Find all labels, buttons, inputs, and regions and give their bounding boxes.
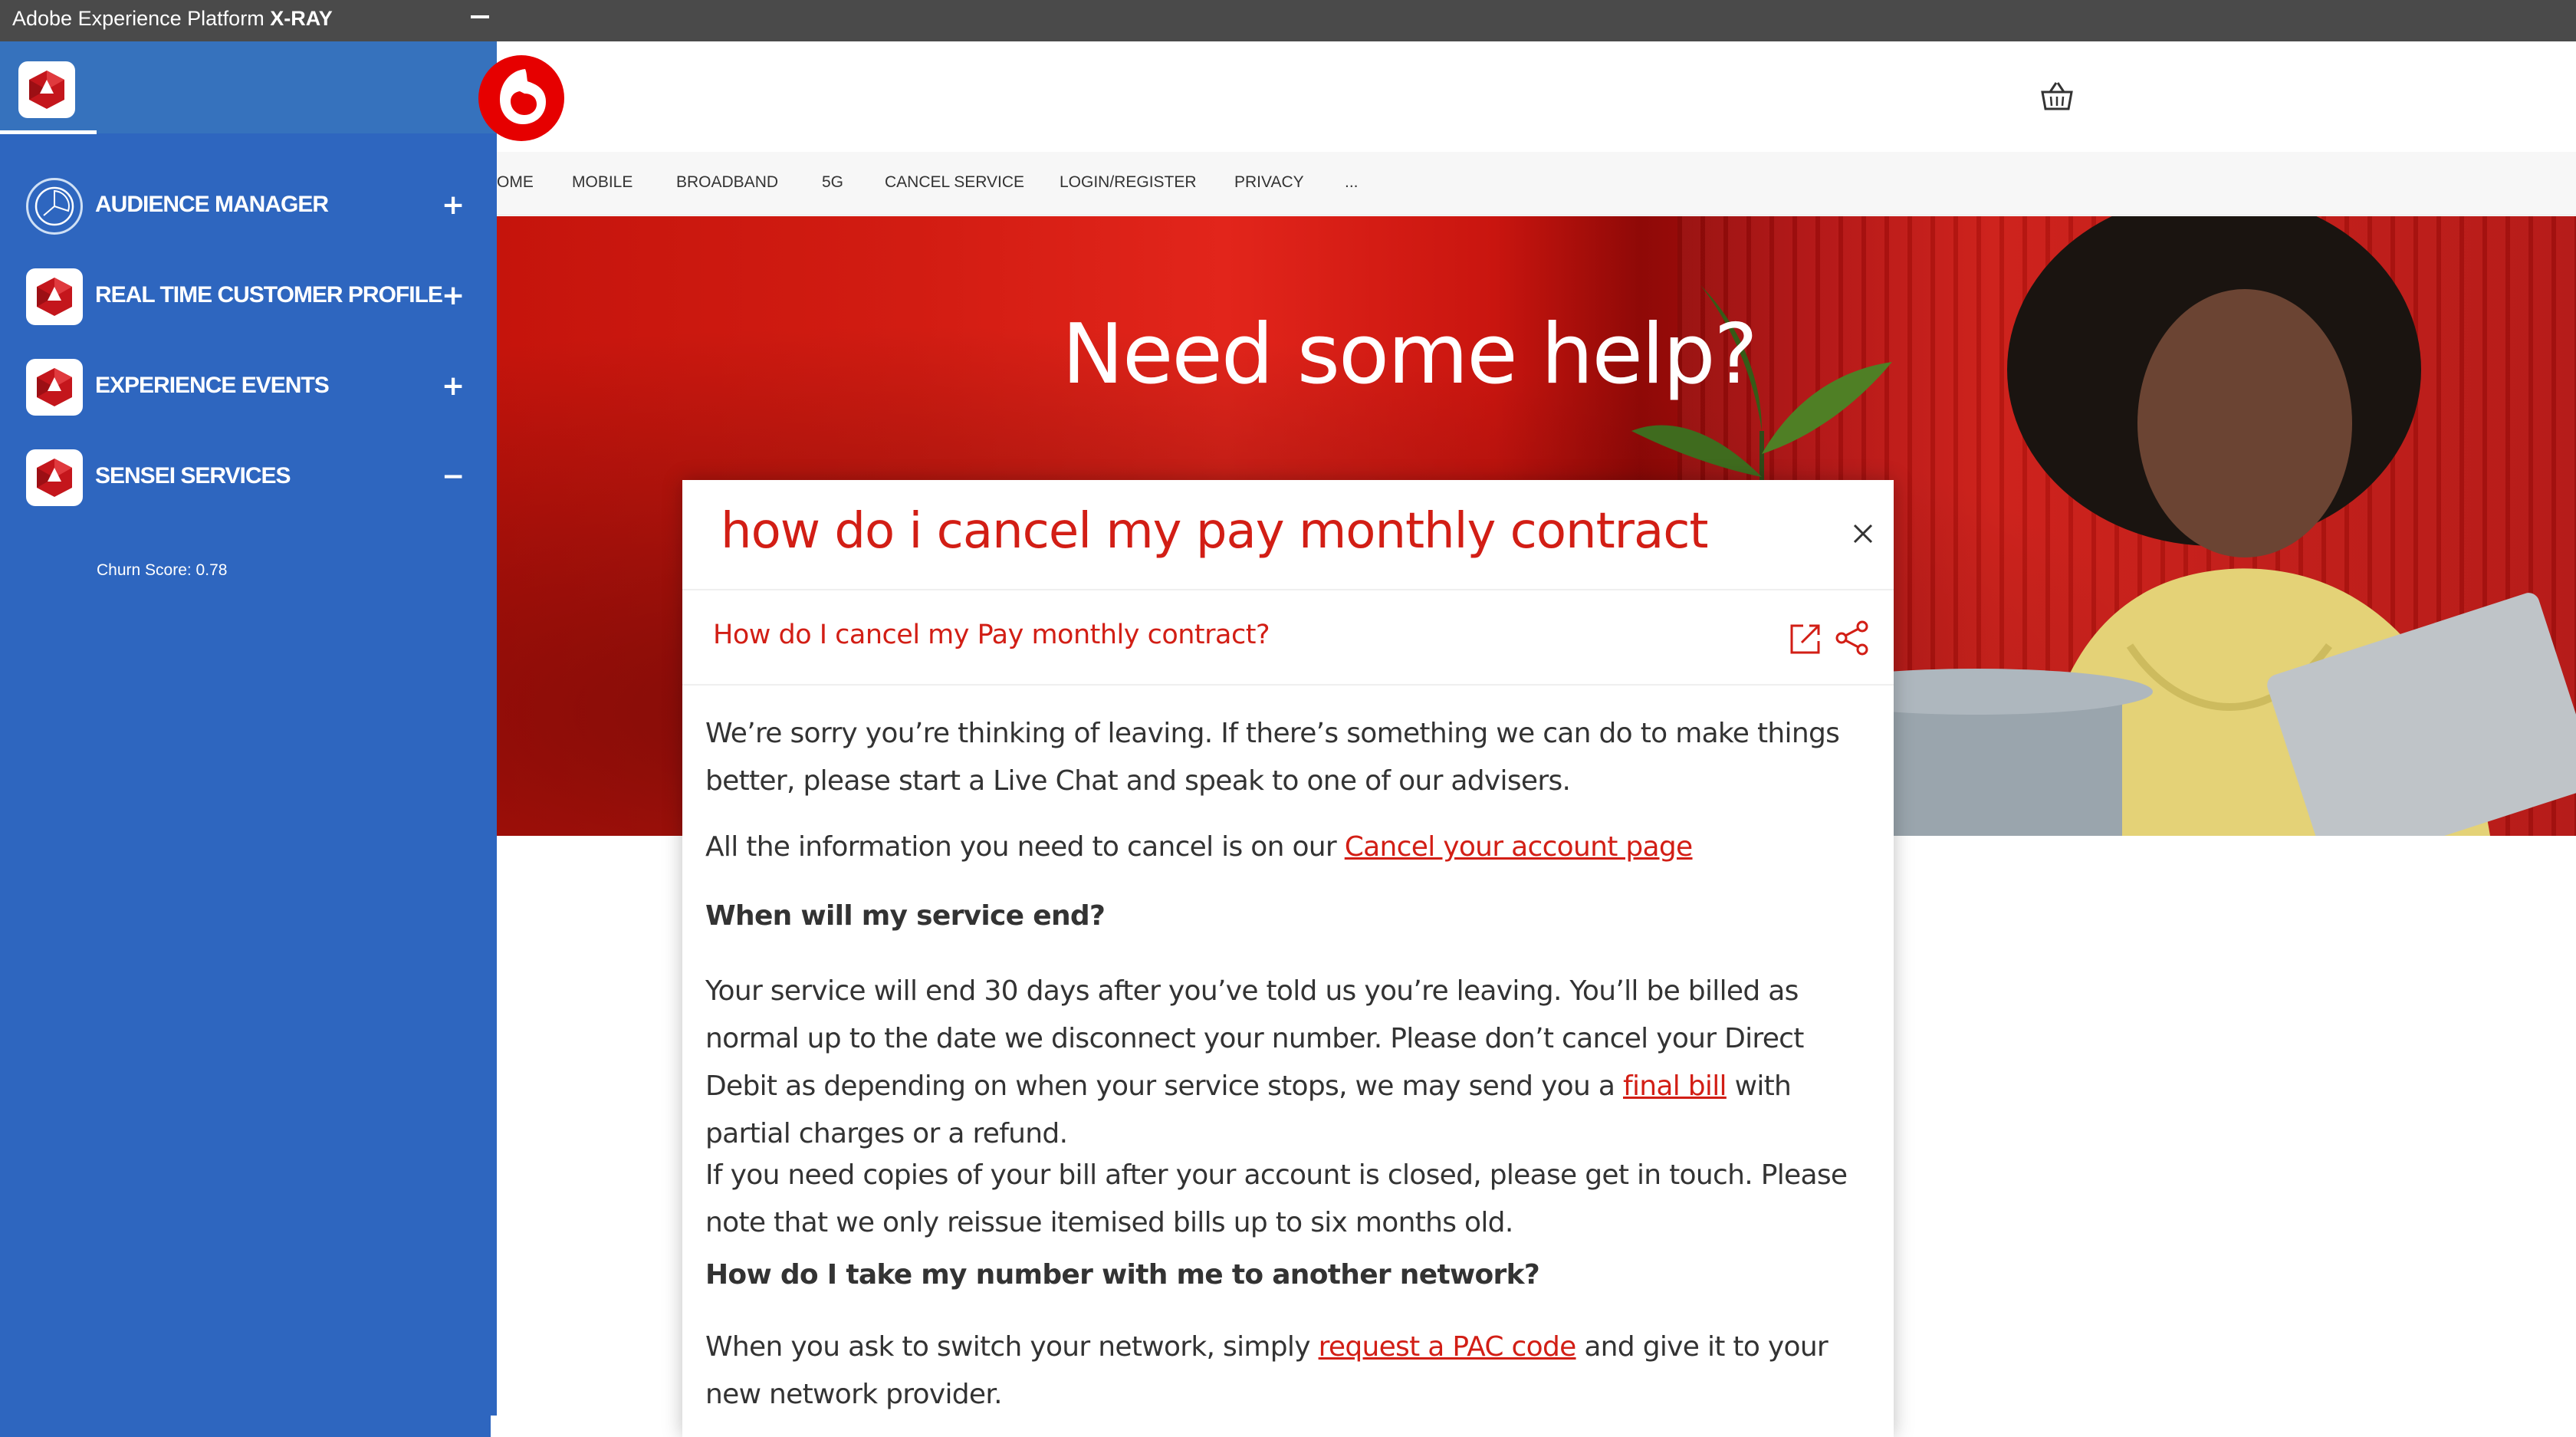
nav-broadband[interactable]: BROADBAND xyxy=(676,173,778,192)
article-heading: How do I take my number with me to anoth… xyxy=(705,1259,1540,1291)
site-header xyxy=(497,41,2576,153)
xray-title-prefix: Adobe Experience Platform xyxy=(12,7,264,30)
churn-score: Churn Score: 0.78 xyxy=(97,561,228,579)
result-title[interactable]: How do I cancel my Pay monthly contract? xyxy=(713,620,1270,650)
aep-logo-icon[interactable] xyxy=(18,61,75,118)
collapse-panel-button[interactable] xyxy=(471,15,489,18)
xray-panel: AUDIENCE MANAGER + REAL TIME CUSTOMER PR… xyxy=(0,41,497,1437)
article-paragraph: We’re sorry you’re thinking of leaving. … xyxy=(705,718,1840,797)
article-paragraph: All the information you need to cancel i… xyxy=(705,824,1871,871)
nav-cancel-service[interactable]: CANCEL SERVICE xyxy=(885,173,1024,192)
audience-manager-icon xyxy=(26,178,83,235)
hero-title: Need some help? xyxy=(1062,307,1758,403)
nav-home[interactable]: OME xyxy=(497,173,534,192)
article-heading: When will my service end? xyxy=(705,900,1106,932)
share-icon[interactable] xyxy=(1834,620,1871,656)
nav-more[interactable]: ... xyxy=(1345,173,1359,192)
help-search-input[interactable]: how do i cancel my pay monthly contract xyxy=(721,503,1708,560)
final-bill-link[interactable]: final bill xyxy=(1623,1070,1727,1102)
panel-tab-indicator xyxy=(0,130,97,134)
help-search-bar: how do i cancel my pay monthly contract xyxy=(682,480,1894,590)
xray-title-bold: X-RAY xyxy=(270,7,333,30)
cancel-account-link[interactable]: Cancel your account page xyxy=(1345,831,1693,863)
panel-gap xyxy=(491,1416,497,1437)
panel-item-label: SENSEI SERVICES xyxy=(95,463,291,488)
panel-header xyxy=(0,41,497,134)
panel-item-label: EXPERIENCE EVENTS xyxy=(95,373,330,398)
panel-item-label: AUDIENCE MANAGER xyxy=(95,192,329,217)
article-text: When you ask to switch your network, sim… xyxy=(705,1331,1319,1363)
article-paragraph: Your service will end 30 days after you’… xyxy=(705,968,1871,1158)
panel-item-sensei-services[interactable]: SENSEI SERVICES − xyxy=(0,442,497,512)
article-paragraph: When you ask to switch your network, sim… xyxy=(705,1324,1871,1419)
profile-icon xyxy=(26,268,83,325)
panel-item-audience-manager[interactable]: AUDIENCE MANAGER + xyxy=(0,170,497,241)
expand-toggle[interactable]: + xyxy=(442,192,465,219)
open-external-icon[interactable] xyxy=(1788,621,1823,656)
vodafone-logo-icon[interactable] xyxy=(477,54,566,143)
sensei-icon xyxy=(26,449,83,506)
main-nav: OME MOBILE BROADBAND 5G CANCEL SERVICE L… xyxy=(497,152,2576,215)
help-search-dialog: how do i cancel my pay monthly contract … xyxy=(682,480,1894,1437)
xray-title: Adobe Experience Platform X-RAY xyxy=(12,7,333,31)
xray-toolbar: Adobe Experience Platform X-RAY xyxy=(0,0,2576,41)
panel-item-label: REAL TIME CUSTOMER PROFILE xyxy=(95,282,443,307)
panel-item-real-time-customer-profile[interactable]: REAL TIME CUSTOMER PROFILE + xyxy=(0,261,497,331)
collapse-toggle[interactable]: − xyxy=(442,463,465,491)
panel-item-experience-events[interactable]: EXPERIENCE EVENTS + xyxy=(0,351,497,422)
pac-code-link[interactable]: request a PAC code xyxy=(1319,1331,1577,1363)
basket-icon[interactable] xyxy=(2038,77,2076,115)
nav-5g[interactable]: 5G xyxy=(822,173,843,192)
hero-person-image xyxy=(1800,216,2576,836)
expand-toggle[interactable]: + xyxy=(442,373,465,400)
article-text: All the information you need to cancel i… xyxy=(705,831,1345,863)
nav-mobile[interactable]: MOBILE xyxy=(572,173,632,192)
nav-privacy[interactable]: PRIVACY xyxy=(1234,173,1304,192)
search-result[interactable]: How do I cancel my Pay monthly contract? xyxy=(682,589,1894,686)
experience-events-icon xyxy=(26,359,83,416)
close-icon[interactable] xyxy=(1852,523,1874,544)
expand-toggle[interactable]: + xyxy=(442,282,465,310)
article-paragraph: If you need copies of your bill after yo… xyxy=(705,1159,1848,1238)
nav-login-register[interactable]: LOGIN/REGISTER xyxy=(1060,173,1197,192)
